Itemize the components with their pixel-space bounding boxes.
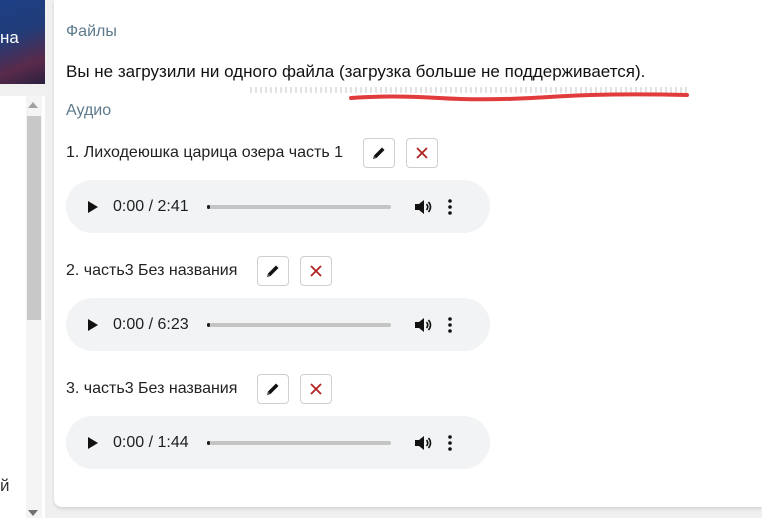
- track-row-3: 3. часть3 Без названия: [66, 374, 333, 404]
- sidebar-banner-text: на: [0, 28, 19, 47]
- delete-track-button[interactable]: [300, 256, 333, 286]
- edit-track-button[interactable]: [257, 374, 290, 404]
- audio-time: 0:00 / 6:23: [113, 315, 189, 333]
- sidebar-cut-text: й: [0, 476, 10, 495]
- volume-icon[interactable]: [414, 199, 432, 215]
- track-title: 3. часть3 Без названия: [66, 380, 238, 397]
- sidebar-scrollbar-thumb[interactable]: [27, 116, 41, 320]
- play-icon[interactable]: [87, 318, 99, 332]
- audio-progress-fill: [206, 322, 211, 327]
- edit-track-button[interactable]: [363, 138, 396, 168]
- track-row-1: 1. Лиходеюшка царица озера часть 1: [66, 138, 439, 168]
- audio-progress-fill: [206, 440, 211, 445]
- no-files-notice: Вы не загрузили ни одного файла (загрузк…: [66, 62, 646, 81]
- delete-track-button[interactable]: [406, 138, 439, 168]
- audio-player: 0:00 / 1:44: [66, 416, 490, 469]
- audio-progress-bar[interactable]: [206, 322, 391, 327]
- play-icon[interactable]: [87, 436, 99, 450]
- audio-player: 0:00 / 6:23: [66, 298, 490, 351]
- close-icon: [310, 383, 323, 395]
- more-vertical-icon[interactable]: [447, 316, 452, 333]
- edit-track-button[interactable]: [257, 256, 290, 286]
- pencil-icon: [373, 147, 385, 159]
- scroll-up-arrow-icon[interactable]: [28, 102, 38, 108]
- more-vertical-icon[interactable]: [447, 434, 452, 451]
- audio-progress-bar[interactable]: [206, 204, 391, 209]
- close-icon: [310, 265, 323, 277]
- red-underline-annotation: [349, 92, 689, 102]
- audio-progress-fill: [206, 204, 211, 209]
- audio-time: 0:00 / 1:44: [113, 433, 189, 451]
- volume-icon[interactable]: [414, 317, 432, 333]
- delete-track-button[interactable]: [300, 374, 333, 404]
- track-title: 2. часть3 Без названия: [66, 262, 238, 279]
- pencil-icon: [267, 265, 279, 277]
- more-vertical-icon[interactable]: [447, 198, 452, 215]
- pencil-icon: [267, 383, 279, 395]
- audio-progress-bar[interactable]: [206, 440, 391, 445]
- audio-player: 0:00 / 2:41: [66, 180, 490, 233]
- scroll-down-arrow-icon[interactable]: [28, 510, 38, 516]
- files-panel: Файлы Вы не загрузили ни одного файла (з…: [54, 0, 762, 507]
- files-section-title: Файлы: [66, 23, 117, 40]
- volume-icon[interactable]: [414, 435, 432, 451]
- play-icon[interactable]: [87, 200, 99, 214]
- close-icon: [416, 147, 428, 159]
- track-row-2: 2. часть3 Без названия: [66, 256, 333, 286]
- audio-time: 0:00 / 2:41: [113, 197, 189, 215]
- sidebar-banner: на: [0, 0, 45, 84]
- track-title: 1. Лиходеюшка царица озера часть 1: [66, 144, 344, 161]
- audio-section-title: Аудио: [66, 102, 112, 119]
